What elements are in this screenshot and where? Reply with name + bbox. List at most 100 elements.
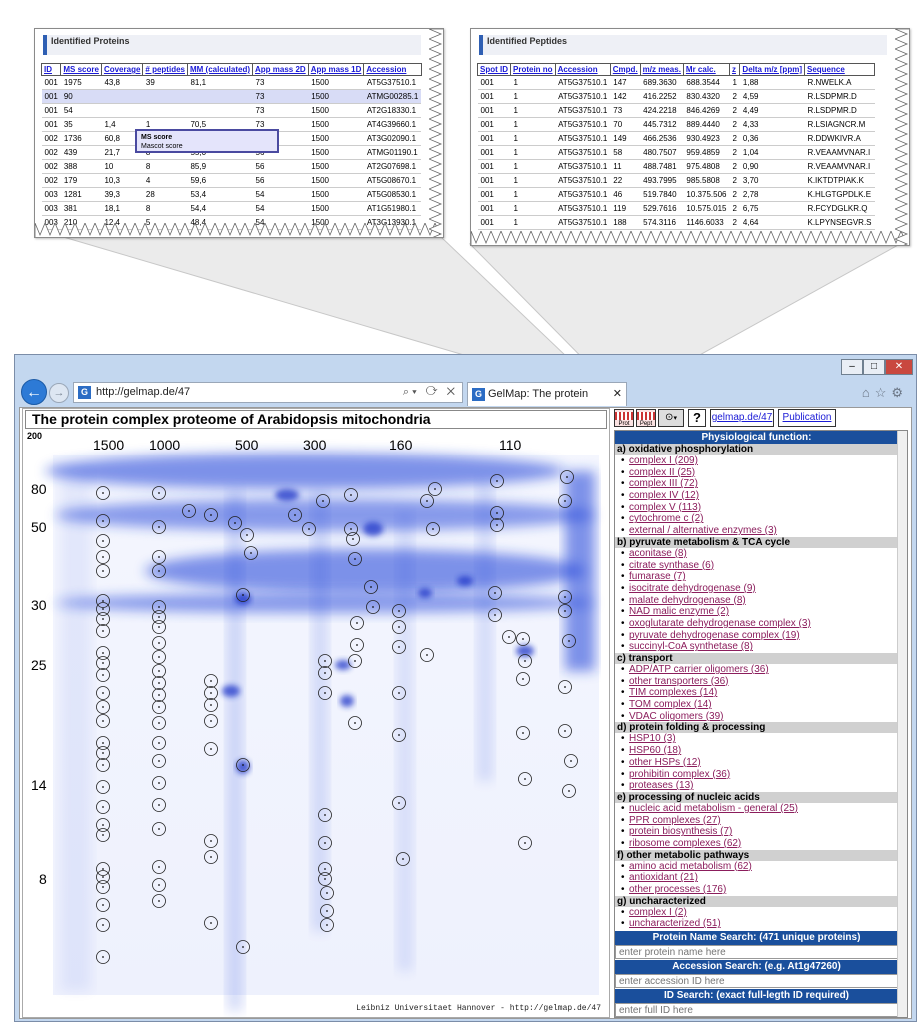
column-header[interactable]: Accession [363,63,422,76]
table-row[interactable]: 001 1 AT5G37510.1 11 488.7481 975.4808 2 0,90 R.… [477,159,875,174]
category-heading[interactable]: a) oxidative phosphorylation [615,444,898,455]
table-row[interactable]: 001 1 AT5G37510.1 142 416.2252 830.4320 2 4,59 R… [477,89,875,104]
category-item-link[interactable]: complex III (72) [615,478,898,490]
category-item-link[interactable]: HSP10 (3) [615,733,898,745]
gelmap-link[interactable]: gelmap.de/47 [710,409,774,427]
category-heading[interactable]: d) protein folding & processing [615,722,898,734]
help-button[interactable]: ? [688,409,706,427]
category-heading[interactable]: e) processing of nucleic acids [615,791,898,803]
column-header[interactable]: App mass 1D [307,63,365,76]
category-item-link[interactable]: uncharacterized (51) [615,918,898,930]
protein-name-search-input[interactable] [615,945,898,960]
table-row[interactable]: 001 1 AT5G37510.1 73 424.2218 846.4269 2 4,49 R.… [477,103,875,118]
column-header[interactable]: MS score [60,63,102,76]
column-header[interactable]: Protein no [510,63,556,76]
table-row[interactable]: 001 1 AT5G37510.1 147 689.3630 688.3544 1 1,88 R… [477,75,875,90]
category-item-link[interactable]: complex V (113) [615,502,898,514]
table-row[interactable]: 001 1 AT5G37510.1 22 493.7995 985.5808 2 3,70 K.… [477,173,875,188]
home-icon[interactable]: ⌂ [862,385,875,400]
category-item-link[interactable]: proteases (13) [615,780,898,792]
category-heading[interactable]: f) other metabolic pathways [615,849,898,861]
back-button[interactable]: ← [21,379,47,405]
maximize-button[interactable]: □ [863,359,885,375]
category-item-link[interactable]: other transporters (36) [615,676,898,688]
category-item-link[interactable]: NAD malic enzyme (2) [615,606,898,618]
tab-gelmap[interactable]: G GelMap: The protein comp... ✕ [467,382,627,422]
table-row[interactable]: 002 388 10 8 85,9 56 1500 AT2G07698.1 [41,159,422,174]
table-row[interactable]: 001 90 73 1500 ATMG00285.1 [41,89,422,104]
column-header[interactable]: Accession [554,63,611,76]
category-item-link[interactable]: fumarase (7) [615,571,898,583]
close-tab-icon[interactable]: ✕ [613,383,622,405]
column-header[interactable]: Mr calc. [682,63,730,76]
category-item-link[interactable]: complex I (2) [615,907,898,919]
category-item-link[interactable]: cytochrome c (2) [615,513,898,525]
category-item-link[interactable]: succinyl-CoA synthetase (8) [615,641,898,653]
column-header[interactable]: ID [40,63,62,76]
category-item-link[interactable]: pyruvate dehydrogenase complex (19) [615,630,898,642]
category-item-link[interactable]: prohibitin complex (36) [615,769,898,781]
category-item-link[interactable]: external / alternative enzymes (3) [615,525,898,537]
column-header[interactable]: Spot ID [477,63,511,76]
category-item-link[interactable]: citrate synthase (6) [615,560,898,572]
settings-gear-icon[interactable]: ⚙ [891,385,908,400]
gel-image-area[interactable]: 200 1500 1000 500 300 160 110 80 50 30 2… [25,431,607,1017]
category-item-link[interactable]: complex I (209) [615,455,898,467]
forward-button[interactable]: → [49,383,69,403]
browser-toolbar-icons[interactable]: ⌂☆⚙ [862,385,908,401]
category-item-link[interactable]: TIM complexes (14) [615,687,898,699]
column-header[interactable]: Coverage [100,63,144,76]
category-item-link[interactable]: other processes (176) [615,884,898,896]
peptide-table-button[interactable]: Pept [636,409,656,427]
table-row[interactable]: 001 1 AT5G37510.1 188 574.3116 1146.6033 2 4,64… [477,215,875,230]
close-window-button[interactable]: ✕ [885,359,913,375]
column-header[interactable]: z [728,63,741,76]
column-header[interactable]: Cmpd. [609,63,641,76]
category-item-link[interactable]: complex II (25) [615,467,898,479]
table-row[interactable]: 001 54 73 1500 AT2G18330.1 [41,103,422,118]
column-header[interactable]: App mass 2D [252,63,309,76]
category-item-link[interactable]: complex IV (12) [615,490,898,502]
table-row[interactable]: 001 1 AT5G37510.1 149 466.2536 930.4923 2 0,36 R… [477,131,875,146]
category-item-link[interactable]: protein biosynthesis (7) [615,826,898,838]
category-item-link[interactable]: PPR complexes (27) [615,815,898,827]
category-item-link[interactable]: amino acid metabolism (62) [615,861,898,873]
category-item-link[interactable]: ribosome complexes (62) [615,838,898,850]
category-item-link[interactable]: oxoglutarate dehydrogenase complex (3) [615,618,898,630]
sidebar-scrollbar[interactable] [897,431,907,1017]
table-row[interactable]: 001 1 AT5G37510.1 119 529.7616 10.575.015 2 6,7… [477,201,875,216]
table-row[interactable]: 001 1975 43,8 39 81,1 73 1500 AT5G37510.1 [41,75,422,90]
table-row[interactable]: 003 381 18,1 8 54,4 54 1500 AT1G51980.1 [41,201,422,216]
category-item-link[interactable]: ADP/ATP carrier oligomers (36) [615,664,898,676]
favorites-star-icon[interactable]: ☆ [875,385,892,400]
column-header[interactable]: Sequence [803,63,876,76]
category-item-link[interactable]: other HSPs (12) [615,757,898,769]
category-item-link[interactable]: VDAC oligomers (39) [615,711,898,723]
accession-search-input[interactable] [615,974,898,989]
category-item-link[interactable]: HSP60 (18) [615,745,898,757]
table-row[interactable]: 001 1 AT5G37510.1 58 480.7507 959.4859 2 1,04 R.… [477,145,875,160]
category-heading[interactable]: b) pyruvate metabolism & TCA cycle [615,536,898,548]
category-item-link[interactable]: malate dehydrogenase (8) [615,595,898,607]
table-row[interactable]: 002 179 10,3 4 59,6 56 1500 AT5G08670.1 [41,173,422,188]
column-header[interactable]: m/z meas. [639,63,684,76]
gel-image[interactable] [25,431,607,1017]
column-header[interactable]: Delta m/z [ppm] [739,63,805,76]
id-search-input[interactable] [615,1003,898,1017]
protein-table-button[interactable]: Prot [614,409,634,427]
address-bar[interactable]: G http://gelmap.de/47 ⌕▾ ⟳ ✕ [73,382,463,403]
category-heading[interactable]: c) transport [615,653,898,664]
column-header[interactable]: MM (calculated) [186,63,254,76]
category-item-link[interactable]: isocitrate dehydrogenase (9) [615,583,898,595]
category-item-link[interactable]: TOM complex (14) [615,699,898,711]
category-heading[interactable]: g) uncharacterized [615,895,898,907]
table-row[interactable]: 001 1 AT5G37510.1 46 519.7840 10.375.506 2 2,78… [477,187,875,202]
publication-link[interactable]: Publication [778,409,836,427]
address-actions-icon[interactable]: ⌕▾ ⟳ ✕ [403,383,458,402]
category-item-link[interactable]: nucleic acid metabolism - general (25) [615,803,898,815]
category-item-link[interactable]: aconitase (8) [615,548,898,560]
table-row[interactable]: 001 1 AT5G37510.1 70 445.7312 889.4440 2 4,33 R.… [477,117,875,132]
spot-marker-dropdown[interactable]: ⊙▾ [658,409,684,427]
table-row[interactable]: 003 1281 39,3 28 53,4 54 1500 AT5G08530.1 [41,187,422,202]
column-header[interactable]: # peptides [142,63,188,76]
